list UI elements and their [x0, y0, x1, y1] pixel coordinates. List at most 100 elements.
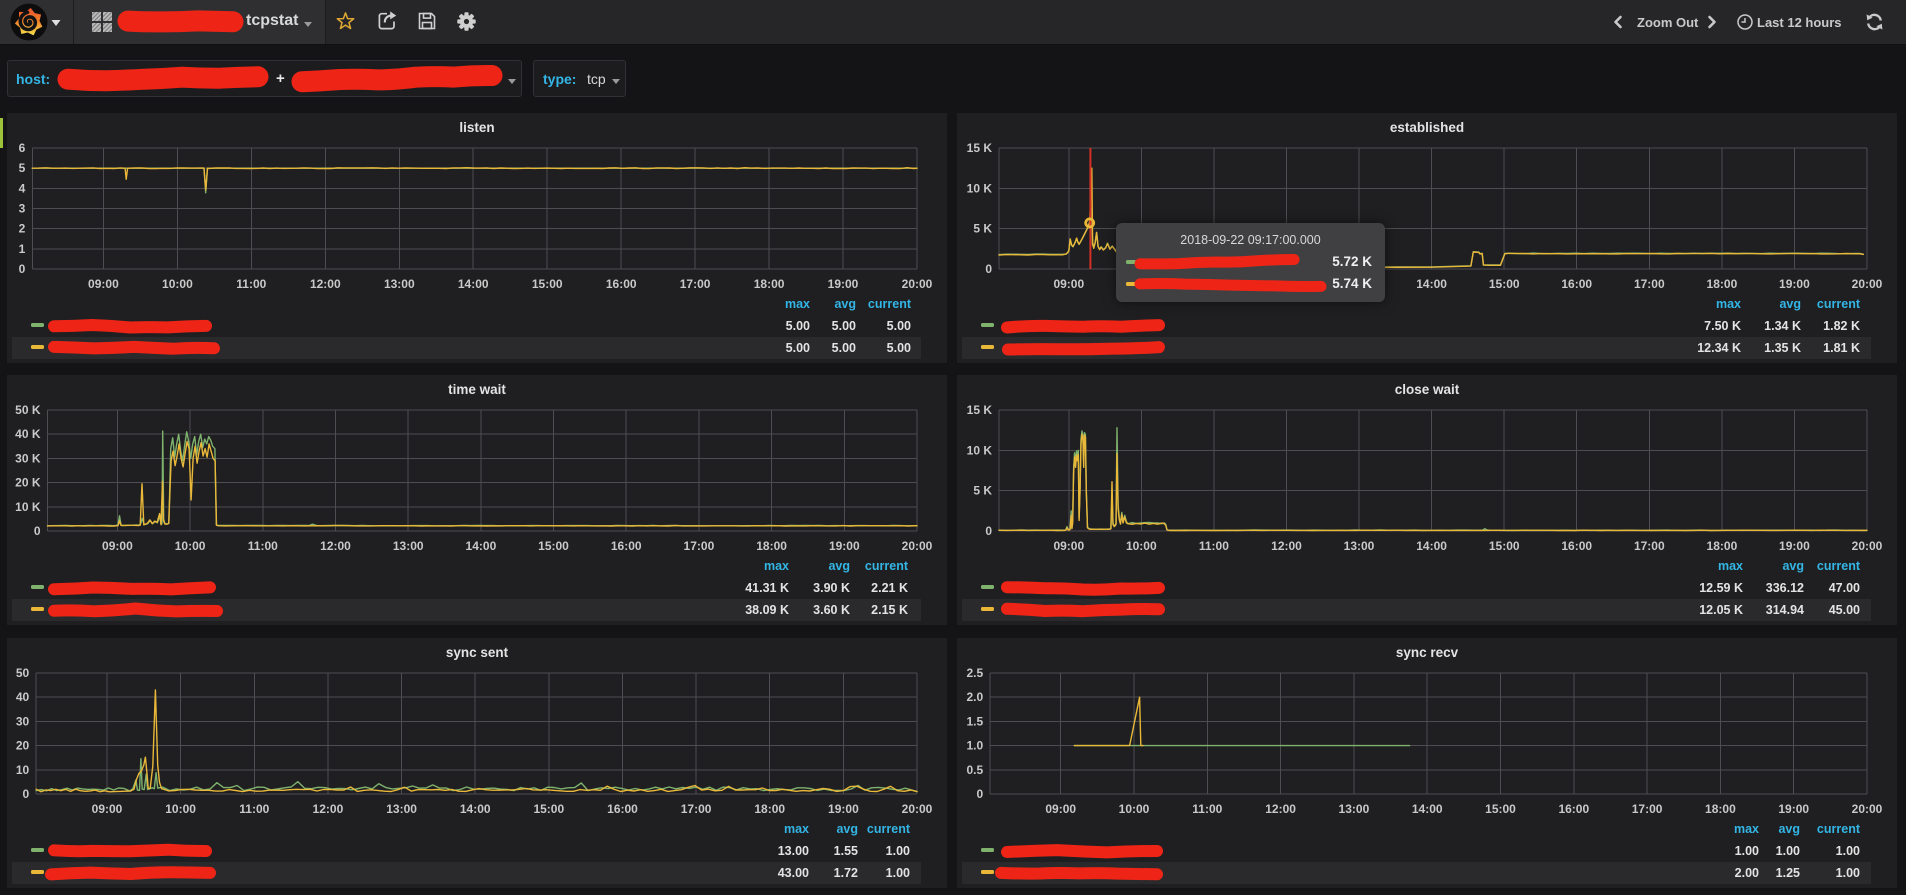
svg-text:13:00: 13:00 [1344, 539, 1375, 553]
svg-text:13:00: 13:00 [1339, 802, 1370, 816]
svg-text:15:00: 15:00 [532, 277, 563, 291]
svg-text:1.35 K: 1.35 K [1764, 341, 1801, 355]
svg-text:current: current [1817, 822, 1861, 836]
svg-text:avg: avg [828, 559, 850, 573]
svg-text:0: 0 [34, 524, 41, 538]
svg-text:15:00: 15:00 [538, 539, 569, 553]
svg-text:12.05 K: 12.05 K [1699, 603, 1743, 617]
svg-text:11:00: 11:00 [1192, 802, 1222, 816]
svg-text:12:00: 12:00 [313, 802, 344, 816]
svg-text:13:00: 13:00 [393, 539, 424, 553]
svg-text:16:00: 16:00 [607, 802, 638, 816]
svg-text:1.00: 1.00 [1836, 866, 1860, 880]
svg-text:4: 4 [19, 181, 26, 195]
svg-text:current: current [1817, 297, 1861, 311]
svg-text:20:00: 20:00 [902, 539, 933, 553]
svg-text:5.00: 5.00 [786, 341, 810, 355]
svg-text:1: 1 [19, 242, 26, 256]
svg-text:12:00: 12:00 [1265, 802, 1296, 816]
svg-text:18:00: 18:00 [754, 802, 785, 816]
svg-text:336.12: 336.12 [1766, 581, 1804, 595]
svg-text:1.00: 1.00 [1776, 844, 1800, 858]
svg-text:12:00: 12:00 [1271, 539, 1302, 553]
svg-text:1.34 K: 1.34 K [1764, 319, 1801, 333]
svg-text:current: current [1817, 559, 1861, 573]
svg-text:20:00: 20:00 [1852, 277, 1883, 291]
svg-text:max: max [1734, 822, 1759, 836]
svg-text:16:00: 16:00 [606, 277, 637, 291]
svg-text:09:00: 09:00 [88, 277, 119, 291]
svg-text:15:00: 15:00 [1489, 277, 1520, 291]
svg-text:12.59 K: 12.59 K [1699, 581, 1743, 595]
svg-text:5: 5 [19, 161, 26, 175]
svg-text:0.5: 0.5 [967, 763, 984, 777]
svg-text:5 K: 5 K [973, 484, 992, 498]
svg-text:2.5: 2.5 [967, 666, 984, 680]
svg-text:15:00: 15:00 [1489, 539, 1520, 553]
svg-text:14:00: 14:00 [458, 277, 489, 291]
svg-text:1.25: 1.25 [1776, 866, 1800, 880]
svg-text:current: current [867, 822, 911, 836]
svg-text:0: 0 [977, 787, 984, 801]
svg-text:11:00: 11:00 [1199, 539, 1229, 553]
svg-text:2.15 K: 2.15 K [871, 603, 908, 617]
svg-text:current: current [868, 297, 912, 311]
svg-text:19:00: 19:00 [828, 802, 859, 816]
svg-text:09:00: 09:00 [102, 539, 133, 553]
svg-text:17:00: 17:00 [1634, 539, 1665, 553]
svg-text:15:00: 15:00 [533, 802, 564, 816]
svg-text:avg: avg [1778, 822, 1800, 836]
svg-text:0: 0 [985, 524, 992, 538]
svg-text:1.82 K: 1.82 K [1823, 319, 1860, 333]
svg-text:max: max [785, 297, 810, 311]
svg-text:50: 50 [16, 666, 30, 680]
svg-text:10:00: 10:00 [175, 539, 206, 553]
svg-text:17:00: 17:00 [1632, 802, 1663, 816]
svg-text:3.90 K: 3.90 K [813, 581, 850, 595]
svg-text:max: max [784, 822, 809, 836]
svg-text:18:00: 18:00 [1705, 802, 1736, 816]
svg-text:10:00: 10:00 [1126, 539, 1157, 553]
svg-text:5.00: 5.00 [832, 341, 856, 355]
svg-text:5.00: 5.00 [786, 319, 810, 333]
svg-text:1.00: 1.00 [1735, 844, 1759, 858]
svg-text:5.00: 5.00 [832, 319, 856, 333]
svg-text:20:00: 20:00 [1852, 539, 1883, 553]
svg-text:0: 0 [985, 262, 992, 276]
svg-text:40 K: 40 K [15, 427, 41, 441]
svg-text:2.21 K: 2.21 K [871, 581, 908, 595]
svg-text:3.60 K: 3.60 K [813, 603, 850, 617]
svg-text:current: current [865, 559, 909, 573]
svg-text:10:00: 10:00 [1119, 802, 1150, 816]
svg-text:09:00: 09:00 [92, 802, 123, 816]
svg-text:47.00: 47.00 [1829, 581, 1860, 595]
svg-text:1.00: 1.00 [886, 866, 910, 880]
svg-text:20:00: 20:00 [902, 277, 933, 291]
svg-text:314.94: 314.94 [1766, 603, 1804, 617]
svg-text:15 K: 15 K [967, 403, 993, 417]
svg-text:40: 40 [16, 690, 30, 704]
svg-text:18:00: 18:00 [1707, 539, 1738, 553]
svg-text:2: 2 [19, 222, 26, 236]
svg-text:3: 3 [19, 202, 26, 216]
svg-text:13:00: 13:00 [384, 277, 415, 291]
svg-text:2.00: 2.00 [1735, 866, 1759, 880]
svg-text:09:00: 09:00 [1053, 277, 1084, 291]
svg-text:19:00: 19:00 [1779, 277, 1810, 291]
svg-text:19:00: 19:00 [829, 539, 860, 553]
svg-text:09:00: 09:00 [1045, 802, 1076, 816]
svg-text:11:00: 11:00 [239, 802, 269, 816]
svg-text:13.00: 13.00 [778, 844, 809, 858]
svg-text:18:00: 18:00 [754, 277, 785, 291]
svg-text:12.34 K: 12.34 K [1697, 341, 1741, 355]
svg-text:43.00: 43.00 [778, 866, 809, 880]
svg-text:avg: avg [836, 822, 858, 836]
svg-text:5.00: 5.00 [887, 341, 911, 355]
svg-text:1.55: 1.55 [834, 844, 858, 858]
svg-text:14:00: 14:00 [1416, 277, 1447, 291]
svg-text:6: 6 [19, 141, 26, 155]
svg-text:max: max [1718, 559, 1743, 573]
svg-text:avg: avg [1779, 297, 1801, 311]
svg-text:10 K: 10 K [967, 181, 993, 195]
svg-text:10:00: 10:00 [165, 802, 196, 816]
